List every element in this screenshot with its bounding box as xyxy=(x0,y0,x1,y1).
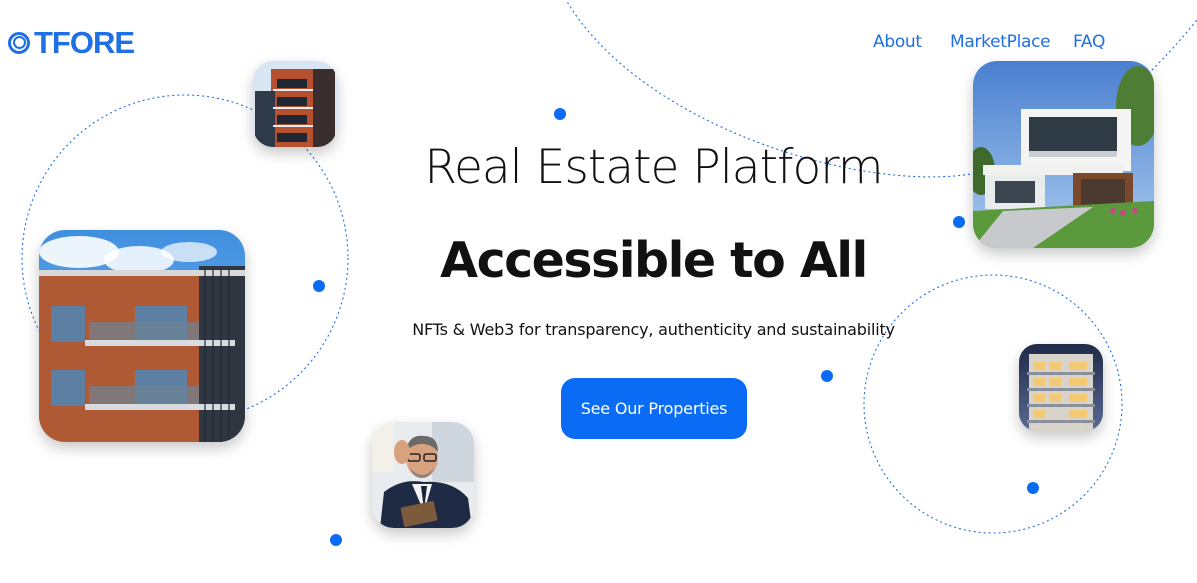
see-properties-button[interactable]: See Our Properties xyxy=(561,378,747,439)
dot-5 xyxy=(1027,482,1039,494)
dot-4 xyxy=(821,370,833,382)
night-apartment-photo xyxy=(1019,344,1103,431)
top-navigation: About MarketPlace FAQ xyxy=(0,31,1197,55)
dot-6 xyxy=(330,534,342,546)
dot-3 xyxy=(953,216,965,228)
nav-link-faq[interactable]: FAQ xyxy=(1073,31,1105,53)
dot-1 xyxy=(554,108,566,120)
brick-tower-photo xyxy=(253,61,337,147)
modern-villa-photo xyxy=(973,61,1154,248)
nav-link-about[interactable]: About xyxy=(873,31,922,53)
apartment-building-photo xyxy=(39,230,245,442)
businessman-tablet-photo xyxy=(372,422,474,528)
nav-link-marketplace[interactable]: MarketPlace xyxy=(950,31,1051,53)
